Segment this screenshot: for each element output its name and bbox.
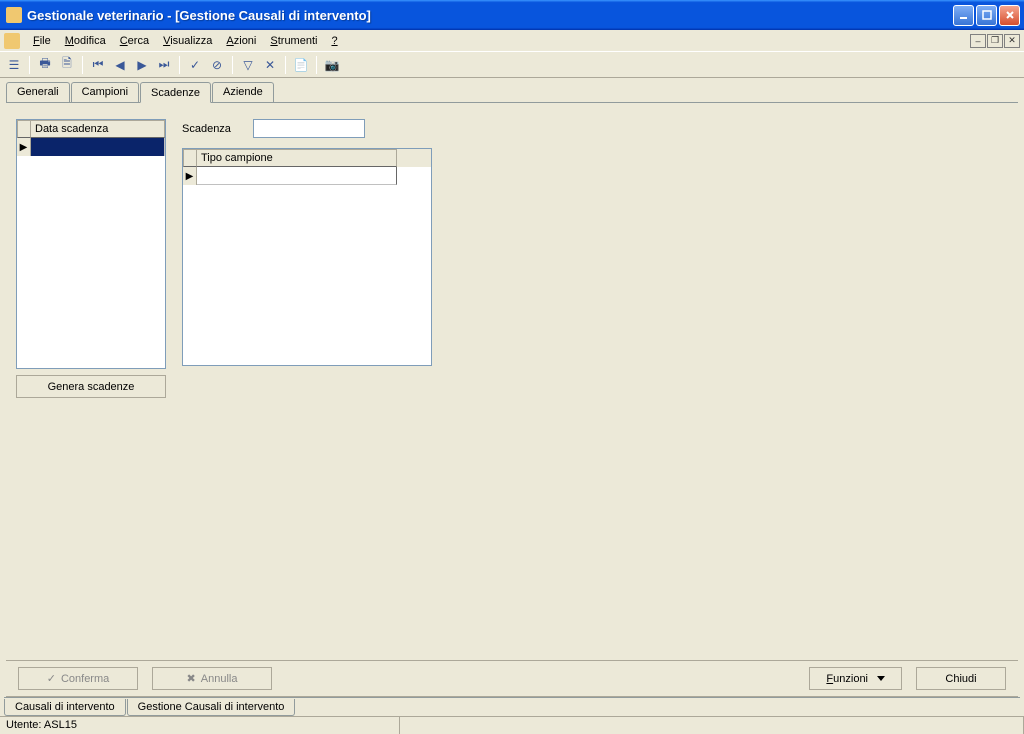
menu-azioni[interactable]: Azioni [219,33,263,49]
menu-file[interactable]: File [26,33,58,49]
titlebar: Gestionale veterinario - [Gestione Causa… [0,0,1024,30]
menu-cerca[interactable]: Cerca [113,33,156,49]
print-icon[interactable]: 🖶 [35,55,55,75]
scadenza-label: Scadenza [182,123,231,135]
chiudi-button[interactable]: Chiudi [916,667,1006,690]
prev-icon[interactable]: ◀ [110,55,130,75]
window-title: Gestionale veterinario - [Gestione Causa… [27,8,953,23]
funzioni-button[interactable]: Funzioni [809,667,902,690]
menu-visualizza[interactable]: Visualizza [156,33,219,49]
cancel-icon: ✖ [187,672,196,685]
conferma-button[interactable]: ✓ Conferma [18,667,138,690]
cancel-icon[interactable]: ⊘ [207,55,227,75]
doc-icon[interactable]: 📄 [291,55,311,75]
grid-data-scadenza[interactable]: Data scadenza ▶ [16,119,166,369]
preview-icon[interactable]: 🗎 [57,55,77,75]
genera-scadenze-button[interactable]: Genera scadenze [16,375,166,398]
mdi-restore-button[interactable]: ❐ [987,34,1003,48]
confirm-icon[interactable]: ✓ [185,55,205,75]
form-icon [4,33,20,49]
mdi-minimize-button[interactable]: – [970,34,986,48]
next-icon[interactable]: ▶ [132,55,152,75]
col-data-scadenza[interactable]: Data scadenza [31,120,165,138]
status-empty [400,717,1024,734]
funzioni-label: unzioni [833,673,868,685]
mdi-tab-gestione[interactable]: Gestione Causali di intervento [127,699,296,716]
mdi-tab-causali[interactable]: Causali di intervento [4,699,126,716]
dropdown-arrow-icon [877,676,885,681]
clear-filter-icon[interactable]: ✕ [260,55,280,75]
tab-campioni[interactable]: Campioni [71,82,139,102]
chiudi-label: Chiudi [945,673,976,685]
first-icon[interactable]: ⏮ [88,55,108,75]
app-icon [6,7,22,23]
filter-icon[interactable]: ▽ [238,55,258,75]
tree-icon[interactable]: ☰ [4,55,24,75]
statusbar: Utente: ASL15 [0,716,1024,734]
status-user: Utente: ASL15 [0,717,400,734]
camera-icon[interactable]: 📷 [322,55,342,75]
minimize-button[interactable] [953,5,974,26]
tab-generali[interactable]: Generali [6,82,70,102]
close-button[interactable] [999,5,1020,26]
row-indicator-icon: ▶ [183,167,197,185]
annulla-label: Annulla [201,673,238,685]
mdi-tabs: Causali di intervento Gestione Causali d… [0,697,1024,716]
grid-tipo-campione[interactable]: Tipo campione ▶ [182,148,432,366]
toolbar: ☰ 🖶 🗎 ⏮ ◀ ▶ ⏭ ✓ ⊘ ▽ ✕ 📄 📷 [0,52,1024,78]
tab-aziende[interactable]: Aziende [212,82,274,102]
menu-help[interactable]: ? [324,33,344,49]
last-icon[interactable]: ⏭ [154,55,174,75]
scadenza-input[interactable] [253,119,365,138]
mdi-close-button[interactable]: ✕ [1004,34,1020,48]
check-icon: ✓ [47,672,56,685]
button-bar: ✓ Conferma ✖ Annulla Funzioni Chiudi [6,660,1018,697]
menubar: File Modifica Cerca Visualizza Azioni St… [0,30,1024,52]
menu-strumenti[interactable]: Strumenti [263,33,324,49]
grid-cell[interactable] [31,138,165,156]
tab-content: Data scadenza ▶ Genera scadenze Scadenza… [0,103,1024,414]
conferma-label: Conferma [61,673,109,685]
menu-modifica[interactable]: Modifica [58,33,113,49]
row-indicator-icon: ▶ [17,138,31,156]
maximize-button[interactable] [976,5,997,26]
tab-scadenze[interactable]: Scadenze [140,82,211,103]
grid-cell[interactable] [197,167,397,185]
col-tipo-campione[interactable]: Tipo campione [197,149,397,167]
tab-row: Generali Campioni Scadenze Aziende [0,78,1024,102]
annulla-button[interactable]: ✖ Annulla [152,667,272,690]
